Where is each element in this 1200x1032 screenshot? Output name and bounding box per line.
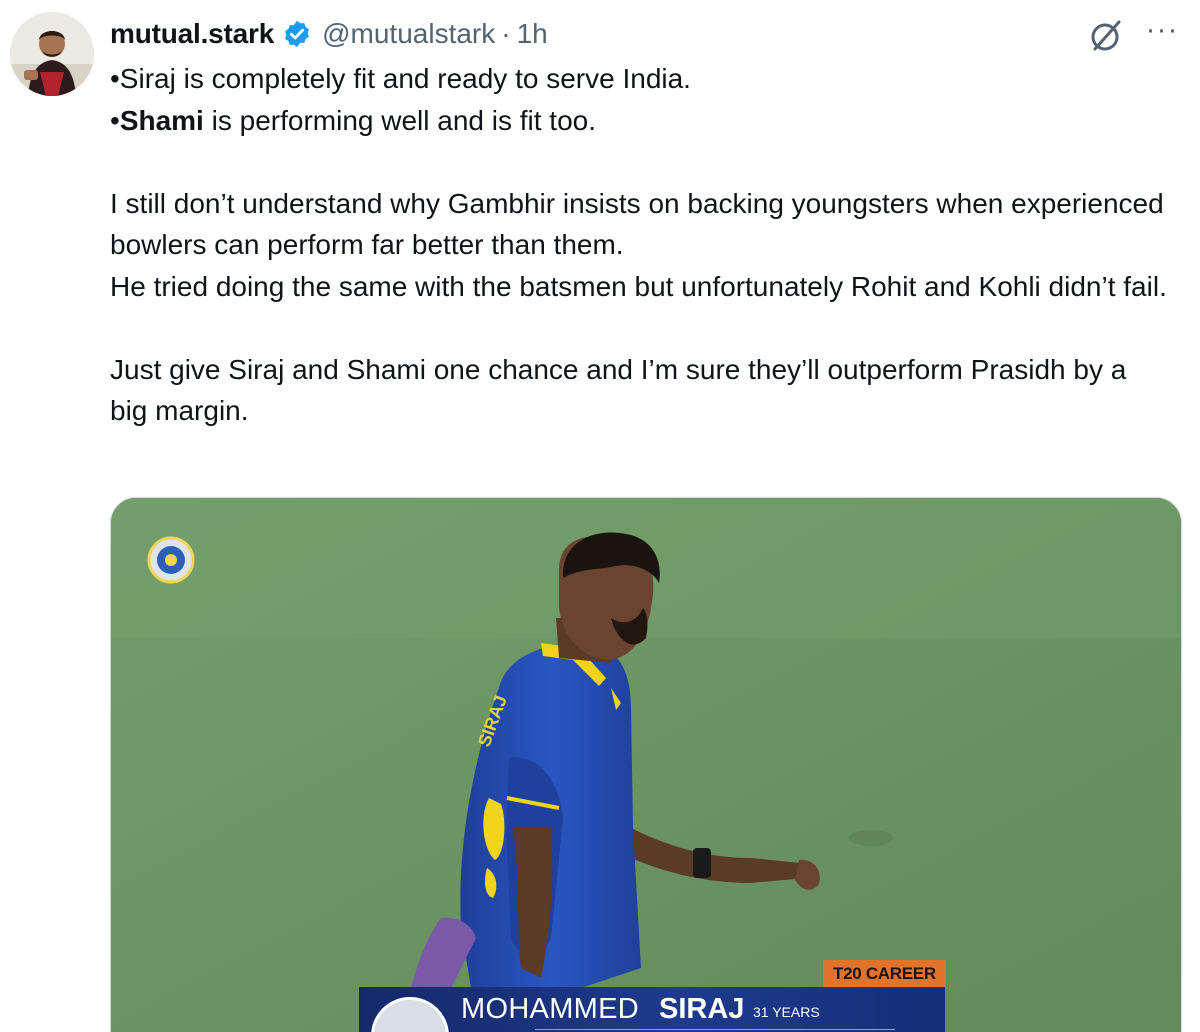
tweet-paragraph-4: Just give Siraj and Shami one chance and…: [110, 353, 1127, 427]
verified-badge-icon: [285, 20, 309, 48]
tweet-paragraph-3: He tried doing the same with the batsmen…: [110, 270, 1167, 302]
strip-divider: [535, 1029, 895, 1030]
more-icon[interactable]: ···: [1142, 15, 1182, 50]
bullet: •: [110, 104, 120, 136]
tweet-media-image[interactable]: SIRAJ T20 CAREER MOHAMMED SIRAJ 31 YEARS: [110, 497, 1182, 1032]
bold-name: Shami: [119, 104, 204, 136]
tweet-header: mutual.stark @mutualstark · 1h: [110, 14, 548, 54]
tweet: mutual.stark @mutualstark · 1h ··· •Sira…: [0, 0, 1200, 1032]
tweet-text: •Siraj is completely fit and ready to se…: [110, 58, 1170, 432]
grok-icon[interactable]: [1086, 16, 1126, 56]
cricket-player-photo: SIRAJ: [111, 498, 1181, 1032]
bcci-logo: [147, 536, 195, 584]
player-name-strip: MOHAMMED SIRAJ 31 YEARS: [359, 987, 945, 1032]
display-name[interactable]: mutual.stark: [110, 18, 274, 50]
player-age: 31 YEARS: [753, 1004, 820, 1020]
tweet-paragraph-2: I still don’t understand why Gambhir ins…: [110, 187, 1164, 261]
line-2-rest: is performing well and is fit too.: [203, 104, 597, 136]
avatar-photo: [10, 12, 94, 96]
bcci-seal-icon: [371, 997, 449, 1032]
player-first-name: MOHAMMED: [461, 993, 639, 1025]
timestamp[interactable]: 1h: [517, 18, 548, 50]
separator-dot: ·: [501, 18, 511, 49]
player-last-name: SIRAJ: [659, 993, 745, 1025]
tweet-line-2: •Shami is performing well and is fit too…: [110, 100, 1170, 142]
career-badge: T20 CAREER: [823, 960, 946, 988]
handle[interactable]: @mutualstark: [322, 18, 495, 50]
tweet-line-1: •Siraj is completely fit and ready to se…: [110, 63, 691, 94]
avatar[interactable]: [10, 12, 94, 96]
